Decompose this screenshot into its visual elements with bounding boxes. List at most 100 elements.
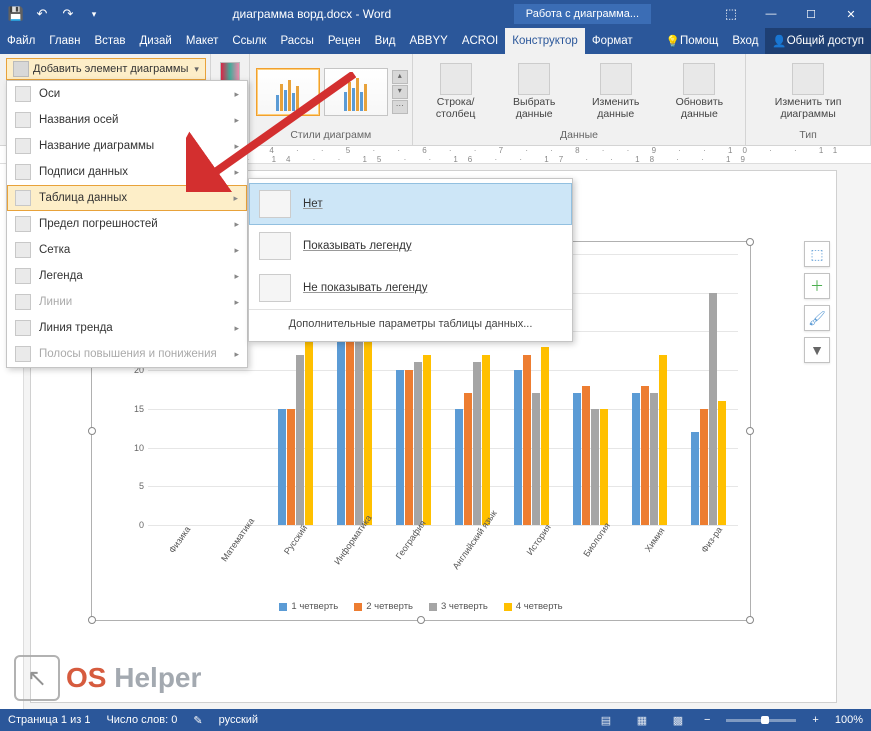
chart-layout-options-icon[interactable]: ⬚ [804,241,830,267]
tab-abbyy[interactable]: ABBYY [402,28,454,54]
bar[interactable] [600,409,608,525]
chart-filters-icon[interactable]: ▼ [804,337,830,363]
legend-item[interactable]: 4 четверть [504,601,563,612]
chart-style-1[interactable] [256,68,320,116]
bar[interactable] [455,409,463,525]
menu-item-линия-тренда[interactable]: Линия тренда [7,315,247,341]
chart-legend[interactable]: 1 четверть 2 четверть 3 четверть 4 четверть [92,601,750,612]
status-page[interactable]: Страница 1 из 1 [8,714,90,726]
zoom-out-icon[interactable]: − [704,714,710,726]
bar[interactable] [296,355,304,525]
bar[interactable] [473,362,481,525]
tab-design[interactable]: Дизай [133,28,179,54]
bar[interactable] [573,393,581,525]
zoom-slider[interactable] [726,719,796,722]
change-chart-type-button[interactable]: Изменить тип диаграммы [752,61,864,122]
print-layout-icon[interactable]: ▦ [632,714,652,727]
submenu-item[interactable]: Не показывать легенду [249,267,572,309]
menu-item-предел-погрешностей[interactable]: Предел погрешностей [7,211,247,237]
bar[interactable] [514,370,522,525]
legend-item[interactable]: 2 четверть [354,601,413,612]
bar[interactable] [423,355,431,525]
bar[interactable] [278,409,286,525]
bar[interactable] [305,331,313,525]
menu-item-подписи-данных[interactable]: Подписи данных [7,159,247,185]
read-mode-icon[interactable]: ▤ [596,714,616,727]
bar[interactable] [641,386,649,525]
bar[interactable] [700,409,708,525]
share-button[interactable]: 👤 Общий доступ [765,28,871,54]
tab-insert[interactable]: Встав [87,28,132,54]
submenu-item[interactable]: Показывать легенду [249,225,572,267]
styles-scroll-up[interactable]: ▴ [392,70,408,84]
bar[interactable] [532,393,540,525]
qat-more-icon[interactable]: ▾ [84,4,104,24]
bar[interactable] [709,293,717,525]
chart-tools-context: Работа с диаграмма... [514,4,651,24]
menu-item-оси[interactable]: Оси [7,81,247,107]
bar[interactable] [582,386,590,525]
menu-item-сетка[interactable]: Сетка [7,237,247,263]
category-group[interactable] [620,254,679,525]
bar[interactable] [414,362,422,525]
close-button[interactable]: ✕ [831,0,871,28]
maximize-button[interactable]: ☐ [791,0,831,28]
legend-item[interactable]: 1 четверть [279,601,338,612]
ribbon-options-icon[interactable]: ⬚ [711,0,751,28]
tab-layout[interactable]: Макет [179,28,226,54]
zoom-level[interactable]: 100% [835,714,863,726]
bar[interactable] [482,355,490,525]
chart-elements-icon[interactable]: ＋ [804,273,830,299]
tab-constructor[interactable]: Конструктор [505,28,585,54]
bar[interactable] [405,370,413,525]
tab-format[interactable]: Формат [585,28,640,54]
tab-view[interactable]: Вид [368,28,403,54]
edit-data-button[interactable]: Изменить данные [576,61,656,122]
bar[interactable] [541,347,549,525]
spell-check-icon[interactable]: ✎ [193,714,202,727]
chart-style-2[interactable] [324,68,388,116]
minimize-button[interactable]: — [751,0,791,28]
zoom-in-icon[interactable]: + [812,714,818,726]
sign-in[interactable]: Вход [725,28,765,54]
tell-me[interactable]: 💡 Помощ [659,28,726,54]
refresh-data-button[interactable]: Обновить данные [659,61,739,122]
tab-home[interactable]: Главн [42,28,87,54]
submenu-more-options[interactable]: Дополнительные параметры таблицы данных.… [249,309,572,337]
bar[interactable] [523,355,531,525]
bar[interactable] [396,370,404,525]
status-words[interactable]: Число слов: 0 [106,714,177,726]
bar[interactable] [718,401,726,525]
redo-icon[interactable]: ↷ [58,4,78,24]
change-colors-icon[interactable] [220,62,240,82]
select-data-button[interactable]: Выбрать данные [496,61,571,122]
legend-item[interactable]: 3 четверть [429,601,488,612]
bar[interactable] [659,355,667,525]
switch-row-col-button[interactable]: Строка/ столбец [419,61,493,122]
chart-styles-icon[interactable]: 🖌 [804,305,830,331]
menu-item-легенда[interactable]: Легенда [7,263,247,289]
bar[interactable] [287,409,295,525]
tab-acrobat[interactable]: ACROI [455,28,505,54]
bar[interactable] [650,393,658,525]
status-language[interactable]: русский [219,714,258,726]
menu-item-названия-осей[interactable]: Названия осей [7,107,247,133]
styles-scroll-down[interactable]: ▾ [392,85,408,99]
menu-item-название-диаграммы[interactable]: Название диаграммы [7,133,247,159]
category-group[interactable] [679,254,738,525]
tab-review[interactable]: Рецен [321,28,368,54]
submenu-item[interactable]: Нет [249,183,572,225]
add-chart-element-button[interactable]: Добавить элемент диаграммы [6,58,206,80]
bar[interactable] [691,432,699,525]
undo-icon[interactable]: ↶ [32,4,52,24]
bar[interactable] [591,409,599,525]
tab-mailings[interactable]: Рассы [273,28,320,54]
save-icon[interactable]: 💾 [6,4,26,24]
web-layout-icon[interactable]: ▩ [668,714,688,727]
bar[interactable] [632,393,640,525]
tab-references[interactable]: Ссылк [225,28,273,54]
bar[interactable] [464,393,472,525]
styles-more[interactable]: ⋯ [392,100,408,114]
menu-item-таблица-данных[interactable]: Таблица данных [7,185,247,211]
tab-file[interactable]: Файл [0,28,42,54]
